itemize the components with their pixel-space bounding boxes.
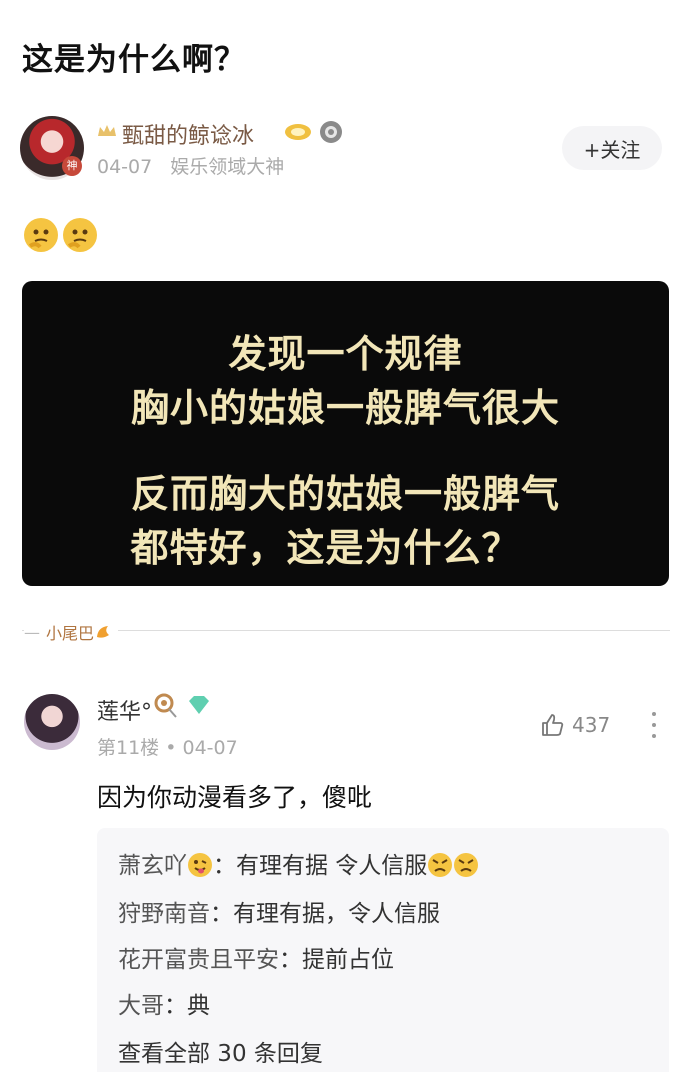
tail-icon [97,626,110,638]
dash-decoration: — [24,622,40,642]
follow-button[interactable]: +关注 [562,126,662,170]
reply-item[interactable]: 萧玄吖 ：有理有据 令人信服 [118,846,479,880]
commenter-badges [152,692,212,718]
comment-date: 04-07 [182,737,238,759]
more-options-icon[interactable] [648,708,660,742]
image-text-line: 胸小的姑娘一般脾气很大 [130,386,560,430]
commenter-avatar[interactable] [24,694,80,750]
gear-badge-icon [320,121,342,143]
thinking-face-icon [63,218,97,252]
view-all-replies-link[interactable]: 查看全部 30 条回复 [118,1034,323,1068]
comment-floor: 第11楼 [97,737,160,759]
author-tag: 娱乐领域大神 [170,156,285,178]
reply-user[interactable]: 大哥 [118,993,164,1019]
image-text-line: 反而胸大的姑娘一般脾气 [130,472,560,516]
post-image[interactable]: 发现一个规律 胸小的姑娘一般脾气很大 反而胸大的姑娘一般脾气 都特好，这是为什么… [22,281,669,586]
comment-text: 因为你动漫看多了，傻吡 [97,783,373,812]
reply-text: ：提前占位 [279,947,394,973]
reply-user[interactable]: 萧玄吖 [118,853,187,879]
reply-text: ：有理有据，令人信服 [210,901,440,927]
comment-meta: 第11楼 • 04-07 [97,737,238,759]
reply-item[interactable]: 大哥：典 [118,986,210,1020]
commenter-name[interactable]: 莲华° [97,694,152,726]
like-button[interactable]: 437 [540,712,610,738]
divider [22,630,670,631]
author-name[interactable]: 甄甜的鲸谂冰 [122,118,254,150]
crown-icon [98,125,116,136]
reply-text: ：典 [164,993,210,1019]
tail-section: — 小尾巴 [24,620,119,644]
diamond-badge-icon [189,696,209,714]
thinking-face-icon [24,218,58,252]
tail-label: 小尾巴 [46,624,95,643]
post-meta: 04-07 娱乐领域大神 [97,152,284,179]
reply-item[interactable]: 花开富贵且平安：提前占位 [118,940,394,974]
god-badge: 神 [62,156,82,176]
reply-text: ：有理有据 令人信服 [213,853,428,879]
vip-badge-icon [285,124,311,140]
thumbs-up-icon [542,714,564,736]
angry-face-icon [428,853,453,877]
like-count: 437 [572,713,611,737]
image-text-line: 发现一个规律 [228,332,463,376]
angry-face-icon [454,853,479,877]
post-title: 这是为什么啊？ [22,42,246,78]
post-date: 04-07 [97,156,153,178]
reply-user[interactable]: 花开富贵且平安 [118,947,279,973]
image-text-line: 都特好，这是为什么？ [130,526,521,570]
tongue-face-icon [188,853,212,877]
reply-user[interactable]: 狩野南音 [118,901,210,927]
reply-item[interactable]: 狩野南音：有理有据，令人信服 [118,894,440,928]
lollipop-icon [154,693,177,718]
